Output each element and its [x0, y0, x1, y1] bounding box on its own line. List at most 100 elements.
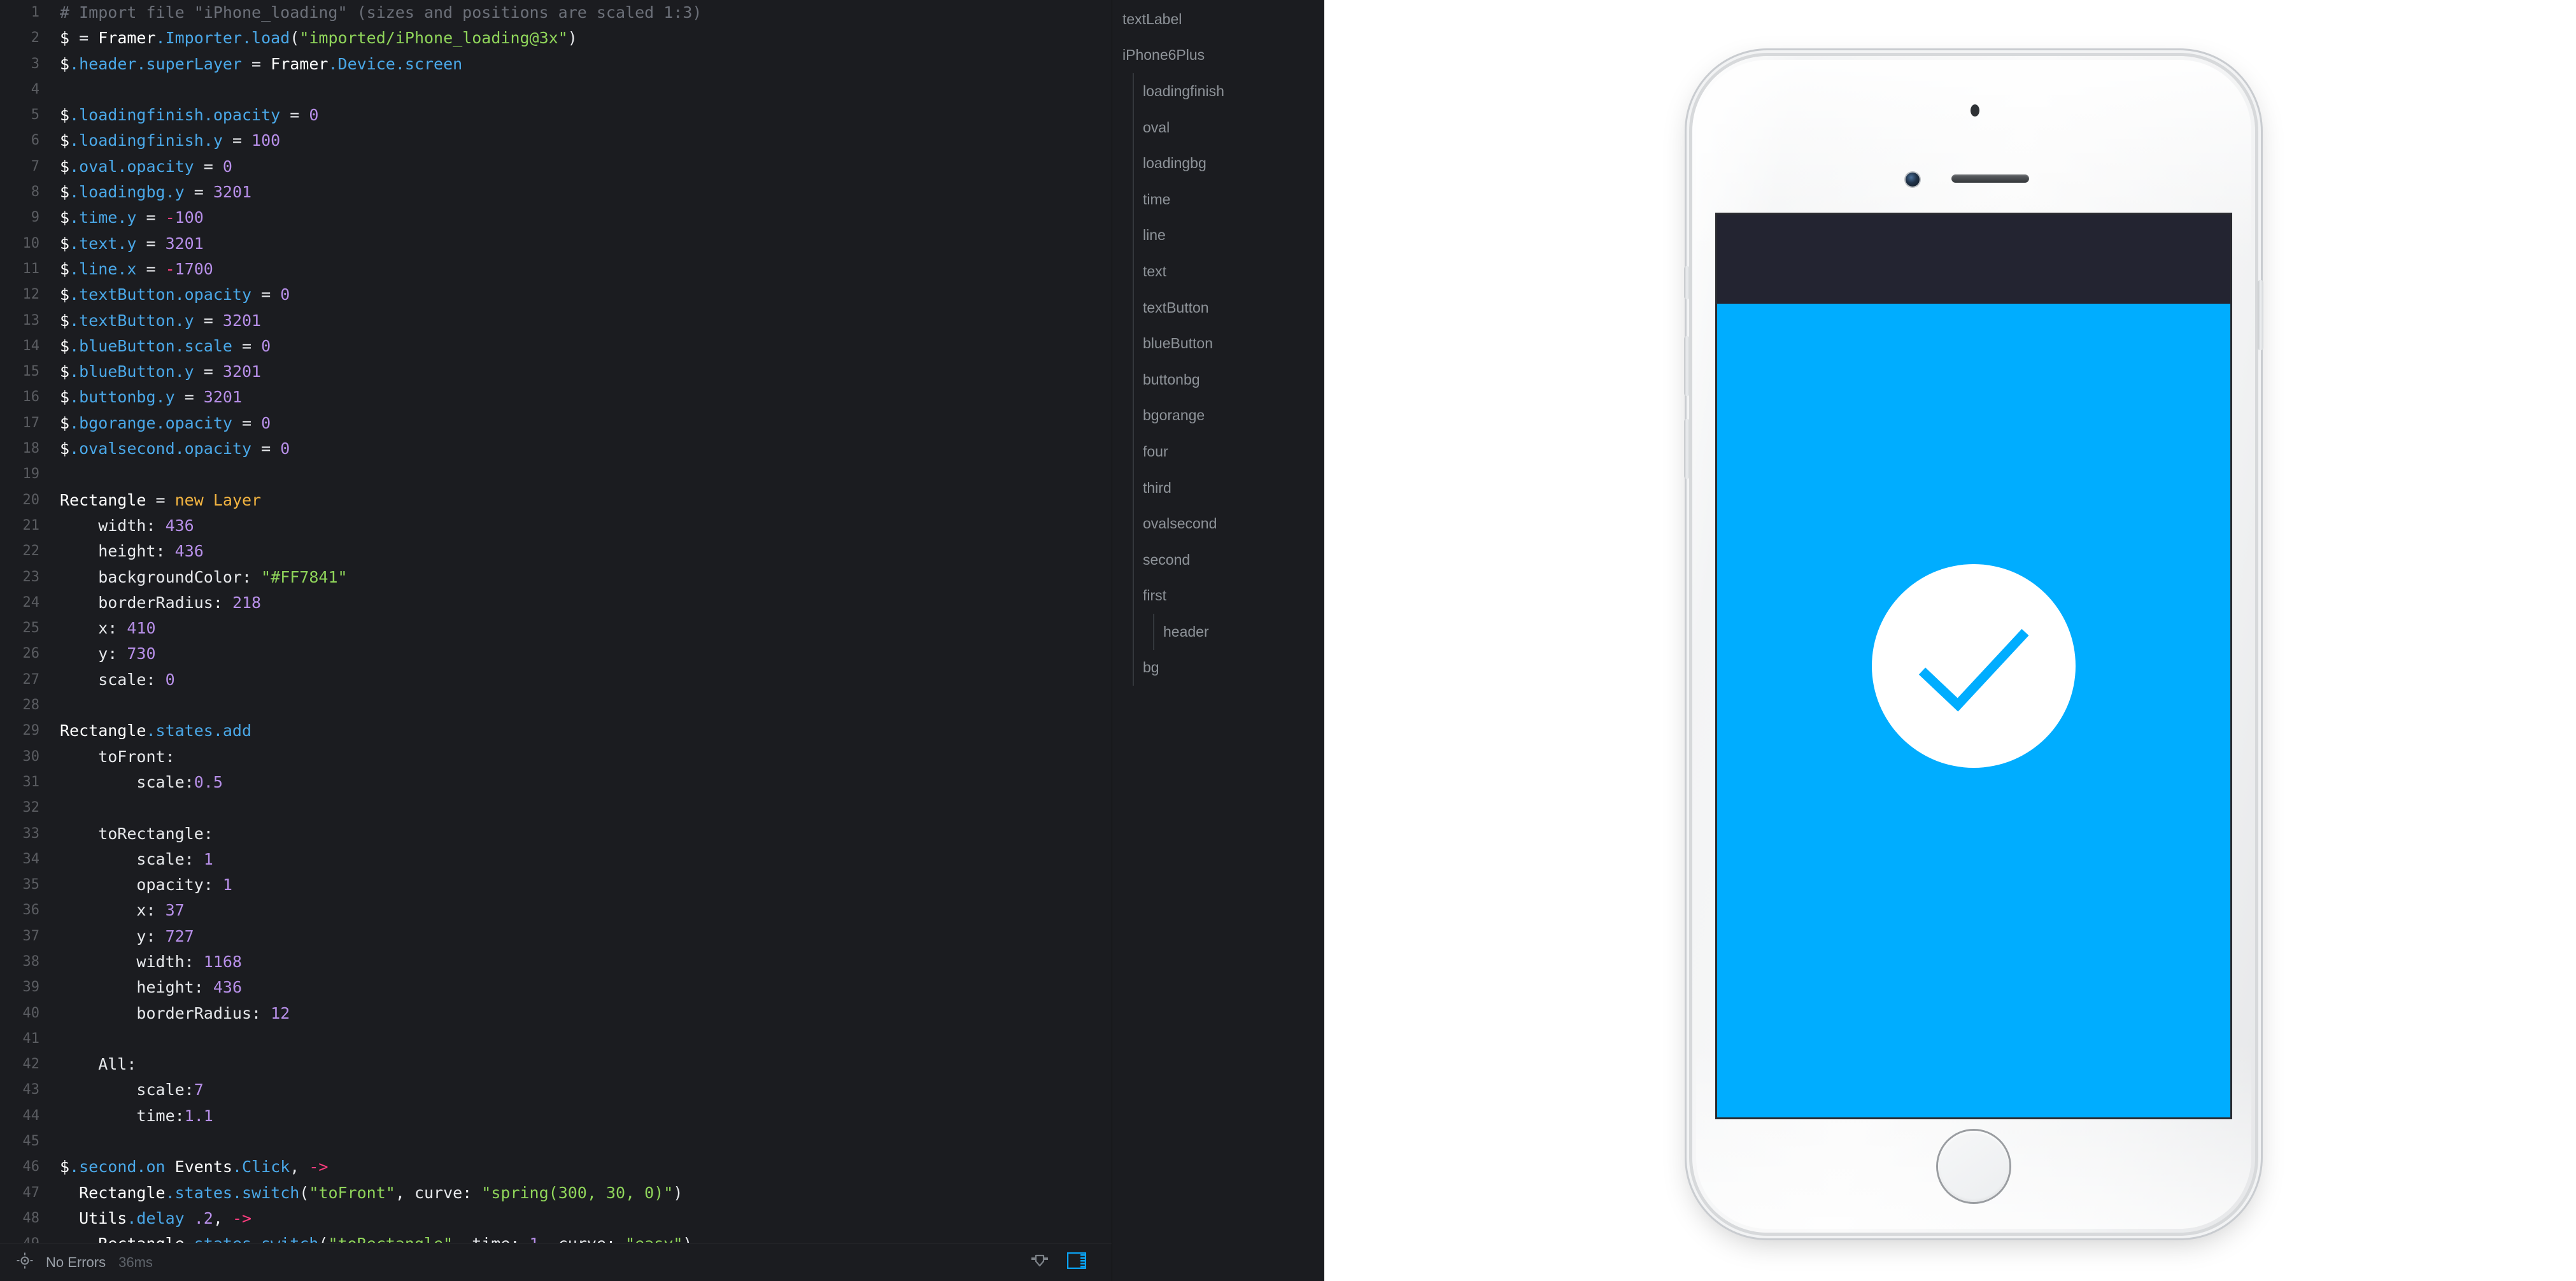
code-token: 37 — [165, 901, 185, 920]
layer-item-textButton[interactable]: textButton — [1112, 289, 1324, 326]
target-icon[interactable] — [17, 1252, 33, 1272]
layer-item-buttonbg[interactable]: buttonbg — [1112, 361, 1324, 398]
compile-time-label: 36ms — [118, 1254, 153, 1270]
code-line[interactable]: 10 $.text.y = 3201 — [0, 231, 1112, 257]
code-line[interactable]: 4 — [0, 77, 1112, 103]
layer-item-blueButton[interactable]: blueButton — [1112, 325, 1324, 362]
front-camera-icon — [1906, 173, 1920, 187]
layer-item-time[interactable]: time — [1112, 181, 1324, 218]
code-area[interactable]: 1 # Import file "iPhone_loading" (sizes a… — [0, 0, 1112, 1243]
code-line[interactable]: 13 $.textButton.y = 3201 — [0, 308, 1112, 334]
code-token: "#FF7841" — [261, 567, 348, 586]
code-line[interactable]: 32 — [0, 795, 1112, 821]
layer-item-oval[interactable]: oval — [1112, 109, 1324, 146]
layer-item-third[interactable]: third — [1112, 469, 1324, 506]
code-line-text: time:1.1 — [47, 1103, 213, 1129]
home-button[interactable] — [1938, 1131, 2009, 1202]
code-line[interactable]: 28 — [0, 693, 1112, 718]
code-line-text: width: 436 — [47, 513, 194, 539]
volume-up-button[interactable] — [1684, 336, 1690, 396]
code-line[interactable]: 7 $.oval.opacity = 0 — [0, 154, 1112, 180]
code-line[interactable]: 38 width: 1168 — [0, 949, 1112, 975]
code-line[interactable]: 20 Rectangle = new Layer — [0, 488, 1112, 513]
code-line[interactable]: 43 scale:7 — [0, 1077, 1112, 1103]
code-line[interactable]: 30 toFront: — [0, 744, 1112, 770]
code-line[interactable]: 18 $.ovalsecond.opacity = 0 — [0, 436, 1112, 462]
layer-item-line[interactable]: line — [1112, 217, 1324, 254]
code-line[interactable]: 3 $.header.superLayer = Framer.Device.scr… — [0, 52, 1112, 77]
code-token: .loadingbg.y — [69, 183, 185, 202]
code-line[interactable]: 37 y: 727 — [0, 924, 1112, 949]
code-line[interactable]: 36 x: 37 — [0, 898, 1112, 923]
code-line[interactable]: 44 time:1.1 — [0, 1103, 1112, 1129]
code-line[interactable]: 23 backgroundColor: "#FF7841" — [0, 565, 1112, 590]
code-line[interactable]: 19 — [0, 462, 1112, 487]
line-number: 9 — [31, 209, 39, 226]
code-line[interactable]: 34 scale: 1 — [0, 847, 1112, 872]
power-button[interactable] — [2258, 280, 2263, 350]
layer-item-ovalsecond[interactable]: ovalsecond — [1112, 506, 1324, 542]
line-number: 42 — [22, 1056, 40, 1073]
code-line[interactable]: 40 borderRadius: 12 — [0, 1001, 1112, 1026]
code-token: = — [194, 157, 223, 176]
toggle-panel-icon[interactable] — [1066, 1252, 1087, 1272]
layer-item-text[interactable]: text — [1112, 253, 1324, 290]
insert-snippet-icon[interactable] — [1030, 1251, 1049, 1273]
code-line[interactable]: 5 $.loadingfinish.opacity = 0 — [0, 103, 1112, 128]
code-line[interactable]: 45 — [0, 1129, 1112, 1154]
code-line[interactable]: 11 $.line.x = -1700 — [0, 257, 1112, 282]
code-line[interactable]: 42 All: — [0, 1052, 1112, 1077]
code-line[interactable]: 35 opacity: 1 — [0, 872, 1112, 898]
layer-tree-panel[interactable]: textLabel iPhone6Plus loadingfinish oval loa… — [1112, 0, 1324, 1281]
code-line[interactable]: 2 $ = Framer.Importer.load("imported/iPho… — [0, 25, 1112, 51]
line-number: 33 — [22, 825, 40, 842]
layer-item-four[interactable]: four — [1112, 434, 1324, 470]
code-line[interactable]: 14 $.blueButton.scale = 0 — [0, 334, 1112, 359]
layer-item-loadingfinish[interactable]: loadingfinish — [1112, 73, 1324, 110]
code-line[interactable]: 39 height: 436 — [0, 975, 1112, 1000]
silent-switch[interactable] — [1684, 266, 1690, 299]
code-line[interactable]: 49 Rectangle.states.switch("toRectangle"… — [0, 1231, 1112, 1243]
volume-down-button[interactable] — [1684, 419, 1690, 479]
device-screen[interactable] — [1715, 213, 2232, 1119]
code-line[interactable]: 15 $.blueButton.y = 3201 — [0, 359, 1112, 385]
code-line[interactable]: 9 $.time.y = -100 — [0, 205, 1112, 230]
code-line[interactable]: 47 Rectangle.states.switch("toFront", cu… — [0, 1180, 1112, 1206]
code-line[interactable]: 26 y: 730 — [0, 641, 1112, 667]
code-line[interactable]: 17 $.bgorange.opacity = 0 — [0, 411, 1112, 436]
line-number: 48 — [22, 1210, 40, 1226]
code-token: $ — [60, 106, 70, 125]
code-token: .buttonbg.y — [69, 388, 175, 407]
code-line[interactable]: 29 Rectangle.states.add — [0, 718, 1112, 744]
code-line[interactable]: 48 Utils.delay .2, -> — [0, 1206, 1112, 1231]
code-line[interactable]: 46 $.second.on Events.Click, -> — [0, 1154, 1112, 1180]
layer-item-second[interactable]: second — [1112, 541, 1324, 578]
code-token: = — [280, 106, 309, 125]
code-line[interactable]: 27 scale: 0 — [0, 667, 1112, 693]
layer-item-first[interactable]: first — [1112, 577, 1324, 614]
code-line[interactable]: 21 width: 436 — [0, 513, 1112, 539]
code-token: 0 — [222, 157, 232, 176]
code-line[interactable]: 16 $.buttonbg.y = 3201 — [0, 385, 1112, 410]
code-line[interactable]: 8 $.loadingbg.y = 3201 — [0, 180, 1112, 205]
code-line[interactable]: 31 scale:0.5 — [0, 770, 1112, 795]
code-line[interactable]: 24 borderRadius: 218 — [0, 590, 1112, 616]
code-line[interactable]: 22 height: 436 — [0, 539, 1112, 564]
code-line[interactable]: 12 $.textButton.opacity = 0 — [0, 282, 1112, 308]
code-line[interactable]: 25 x: 410 — [0, 616, 1112, 641]
code-line[interactable]: 41 — [0, 1026, 1112, 1052]
layer-item-bgorange[interactable]: bgorange — [1112, 397, 1324, 434]
layer-item-header[interactable]: header — [1112, 614, 1324, 650]
code-token: .bgorange.opacity — [69, 413, 232, 432]
layer-item-bg[interactable]: bg — [1112, 649, 1324, 686]
layer-item-loadingbg[interactable]: loadingbg — [1112, 145, 1324, 181]
code-line[interactable]: 33 toRectangle: — [0, 821, 1112, 847]
code-line[interactable]: 6 $.loadingfinish.y = 100 — [0, 128, 1112, 153]
layer-item-iPhone6Plus[interactable]: iPhone6Plus — [1112, 38, 1324, 74]
layer-item-textLabel[interactable]: textLabel — [1112, 1, 1324, 38]
code-editor-panel[interactable]: 1 # Import file "iPhone_loading" (sizes a… — [0, 0, 1112, 1281]
code-line[interactable]: 1 # Import file "iPhone_loading" (sizes a… — [0, 0, 1112, 25]
layer-item-label: iPhone6Plus — [1122, 46, 1205, 64]
